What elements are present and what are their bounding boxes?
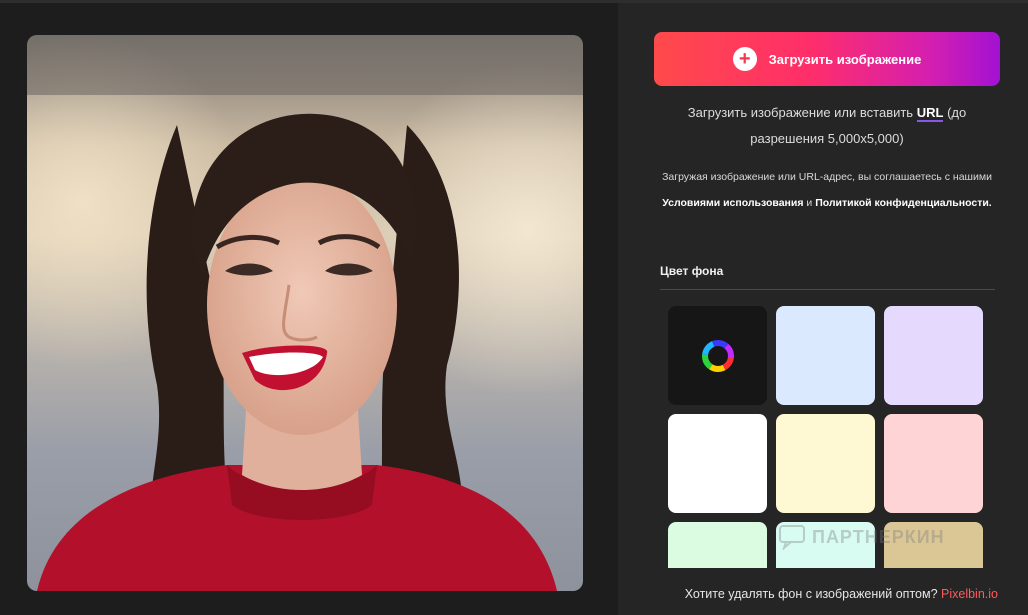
privacy-policy-link[interactable]: Политикой конфиденциальности.: [815, 197, 992, 209]
swatch-light-blue[interactable]: [776, 306, 875, 405]
swatch-sand[interactable]: [884, 522, 983, 568]
upload-hint: Загрузить изображение или вставить URL (…: [660, 100, 994, 152]
hint-prefix: Загрузить изображение или вставить: [687, 105, 914, 120]
swatch-white[interactable]: [668, 414, 767, 513]
paste-url-link[interactable]: URL: [916, 105, 944, 122]
swatch-pink[interactable]: [884, 414, 983, 513]
terms-and: и: [806, 197, 813, 209]
color-wheel-icon: [701, 339, 734, 372]
swatch-mint[interactable]: [668, 522, 767, 568]
background-color-title: Цвет фона: [660, 264, 724, 278]
section-divider: [660, 289, 995, 290]
custom-color-picker[interactable]: [668, 306, 767, 405]
plus-icon: +: [732, 47, 757, 71]
upload-image-button[interactable]: + Загрузить изображение: [654, 32, 1000, 86]
pixelbin-link[interactable]: Pixelbin.io: [941, 587, 998, 601]
terms-of-use-link[interactable]: Условиями использования: [662, 197, 803, 209]
swatch-aqua[interactable]: [776, 522, 875, 568]
bulk-text: Хотите удалять фон с изображений оптом?: [684, 587, 938, 601]
swatch-lavender[interactable]: [884, 306, 983, 405]
swatch-cream[interactable]: [776, 414, 875, 513]
upload-button-label: Загрузить изображение: [768, 51, 922, 67]
terms-notice: Загружая изображение или URL-адрес, вы с…: [660, 164, 994, 216]
terms-prefix: Загружая изображение или URL-адрес, вы с…: [662, 171, 992, 183]
background-swatch-grid: [668, 306, 984, 568]
bulk-removal-note: Хотите удалять фон с изображений оптом? …: [648, 587, 998, 601]
preview-image: [27, 35, 583, 591]
